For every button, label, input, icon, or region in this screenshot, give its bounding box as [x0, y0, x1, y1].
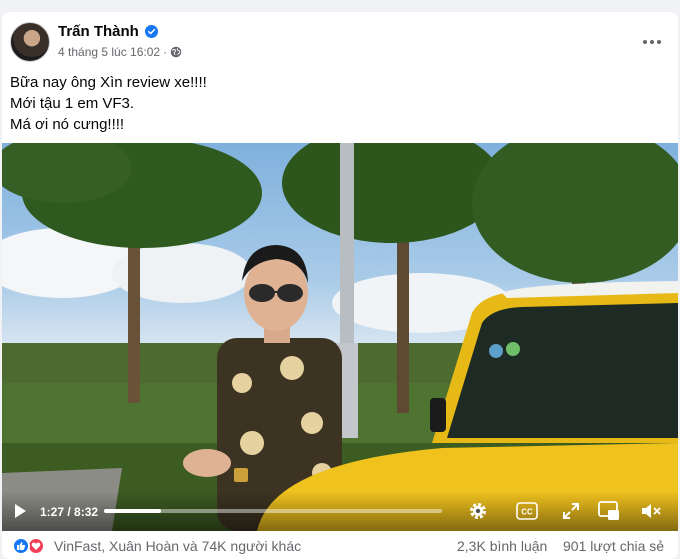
- reactions-count[interactable]: VinFast, Xuân Hoàn và 74K người khác: [54, 538, 301, 554]
- video-time: 1:27 / 8:32: [40, 505, 99, 519]
- post-text-line-1: Bữa nay ông Xìn review xe!!!!: [10, 74, 207, 91]
- post-text-line-2: Mới tậu 1 em VF3.: [10, 95, 135, 112]
- reaction-icons[interactable]: [12, 537, 50, 555]
- like-icon: [12, 537, 30, 555]
- picture-in-picture-icon[interactable]: [598, 501, 620, 521]
- video-frame: [2, 143, 678, 531]
- volume-muted-icon[interactable]: [640, 501, 662, 521]
- post-meta: 4 tháng 5 lúc 16:02 ·: [58, 45, 182, 59]
- author-avatar[interactable]: [10, 22, 50, 62]
- post-text-line-3: Má ơi nó cưng!!!!: [10, 116, 125, 133]
- video-controls: 1:27 / 8:32 CC: [2, 491, 678, 531]
- post-card: Trấn Thành 4 tháng 5 lúc 16:02 · Bữa nay…: [2, 12, 678, 559]
- closed-captions-icon[interactable]: CC: [516, 502, 538, 520]
- play-icon[interactable]: [12, 503, 28, 519]
- globe-icon: [170, 46, 182, 58]
- post-message: Bữa nay ông Xìn review xe!!!! Mới tậu 1 …: [10, 72, 670, 135]
- svg-text:CC: CC: [521, 508, 533, 517]
- meta-separator: ·: [163, 45, 168, 59]
- shares-count[interactable]: 901 lượt chia sẻ: [563, 538, 664, 554]
- video-progress-bar[interactable]: [104, 509, 442, 513]
- verified-badge-icon: [144, 25, 158, 38]
- reactions-bar: VinFast, Xuân Hoàn và 74K người khác 2,3…: [2, 531, 678, 559]
- post-header: Trấn Thành 4 tháng 5 lúc 16:02 ·: [10, 22, 670, 66]
- more-options-icon[interactable]: [638, 30, 666, 54]
- fullscreen-icon[interactable]: [562, 502, 580, 520]
- comments-count[interactable]: 2,3K bình luận: [457, 538, 547, 554]
- video-player[interactable]: 1:27 / 8:32 CC: [2, 143, 678, 531]
- author-line: Trấn Thành: [58, 23, 158, 40]
- post-timestamp[interactable]: 4 tháng 5 lúc 16:02: [58, 45, 160, 59]
- gear-icon[interactable]: [468, 501, 488, 521]
- video-progress-fill: [104, 509, 162, 513]
- author-name[interactable]: Trấn Thành: [58, 23, 139, 40]
